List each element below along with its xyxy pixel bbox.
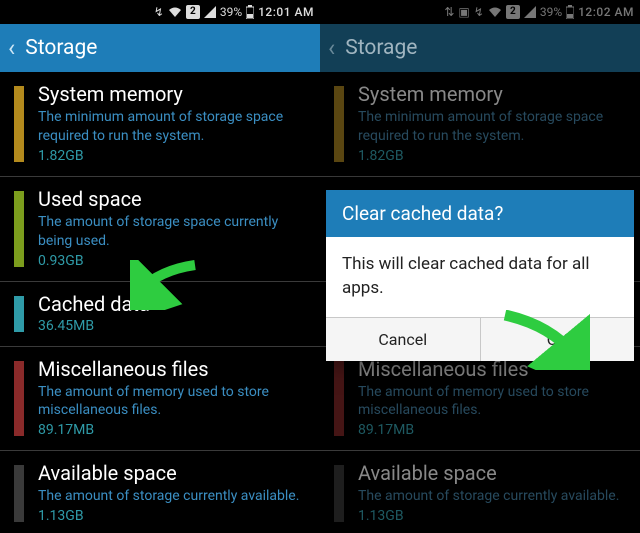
item-used-space[interactable]: Used space The amount of storage space c… bbox=[0, 177, 320, 282]
item-title: Miscellaneous files bbox=[38, 357, 306, 381]
dialog-title: Clear cached data? bbox=[326, 190, 634, 237]
item-size: 36.45MB bbox=[38, 318, 306, 334]
item-size: 89.17MB bbox=[38, 422, 306, 438]
item-sub: The minimum amount of storage space requ… bbox=[358, 108, 626, 146]
media-icon: ▣ bbox=[458, 5, 469, 19]
item-system-memory[interactable]: System memory The minimum amount of stor… bbox=[0, 72, 320, 177]
ok-button[interactable]: OK bbox=[480, 318, 635, 361]
usb-icon: ⇅ bbox=[444, 5, 454, 19]
dialog-body: This will clear cached data for all apps… bbox=[326, 237, 634, 317]
status-bar: ⇅ ▣ ↯ 2 39% 12:02 AM bbox=[320, 0, 640, 24]
battery-text: 39% bbox=[540, 5, 562, 19]
item-sub: The amount of memory used to store misce… bbox=[358, 383, 626, 421]
battery-icon bbox=[246, 5, 254, 19]
item-size: 1.13GB bbox=[38, 508, 306, 524]
sim-icon: 2 bbox=[186, 5, 200, 19]
left-screen: ↯ 2 39% 12:01 AM ‹ Storage System memory… bbox=[0, 0, 320, 533]
swatch bbox=[14, 296, 24, 332]
header-bar[interactable]: ‹ Storage bbox=[0, 24, 320, 72]
item-title: Available space bbox=[38, 461, 306, 485]
right-screen: ⇅ ▣ ↯ 2 39% 12:02 AM ‹ Storage System me… bbox=[320, 0, 640, 533]
signal-icon bbox=[204, 6, 216, 18]
swatch bbox=[14, 465, 24, 522]
cancel-button[interactable]: Cancel bbox=[326, 318, 480, 361]
item-size: 89.17MB bbox=[358, 422, 626, 438]
swatch bbox=[14, 191, 24, 267]
wifi-icon bbox=[168, 6, 182, 18]
item-title: Cached data bbox=[38, 292, 306, 316]
item-cached-data[interactable]: Cached data 36.45MB bbox=[0, 282, 320, 347]
item-sub: The minimum amount of storage space requ… bbox=[38, 108, 306, 146]
item-sub: The amount of memory used to store misce… bbox=[38, 383, 306, 421]
dialog-buttons: Cancel OK bbox=[326, 317, 634, 361]
item-size: 1.13GB bbox=[358, 508, 626, 524]
swatch bbox=[334, 361, 344, 437]
clear-cache-dialog: Clear cached data? This will clear cache… bbox=[326, 190, 634, 361]
item-available-space[interactable]: Available space The amount of storage cu… bbox=[0, 451, 320, 533]
nfc-icon: ↯ bbox=[154, 5, 164, 19]
clock: 12:01 AM bbox=[258, 5, 314, 19]
wifi-icon bbox=[488, 6, 502, 18]
item-title: System memory bbox=[38, 82, 306, 106]
item-misc-files[interactable]: Miscellaneous files The amount of memory… bbox=[0, 347, 320, 452]
swatch bbox=[14, 86, 24, 162]
nfc-icon: ↯ bbox=[474, 5, 484, 19]
swatch bbox=[334, 86, 344, 162]
back-icon[interactable]: ‹ bbox=[8, 36, 15, 60]
item-title: System memory bbox=[358, 82, 626, 106]
status-bar: ↯ 2 39% 12:01 AM bbox=[0, 0, 320, 24]
clock: 12:02 AM bbox=[578, 5, 634, 19]
header-title: Storage bbox=[345, 36, 417, 60]
item-available-space: Available space The amount of storage cu… bbox=[320, 451, 640, 533]
item-size: 1.82GB bbox=[358, 148, 626, 164]
item-misc-files: Miscellaneous files The amount of memory… bbox=[320, 347, 640, 452]
battery-text: 39% bbox=[220, 5, 242, 19]
item-sub: The amount of storage currently availabl… bbox=[358, 487, 626, 506]
item-system-memory: System memory The minimum amount of stor… bbox=[320, 72, 640, 177]
battery-icon bbox=[566, 5, 574, 19]
storage-list: System memory The minimum amount of stor… bbox=[0, 72, 320, 533]
item-sub: The amount of storage currently availabl… bbox=[38, 487, 306, 506]
item-title: Used space bbox=[38, 187, 306, 211]
swatch bbox=[14, 361, 24, 437]
header-bar: ‹ Storage bbox=[320, 24, 640, 72]
back-icon: ‹ bbox=[328, 36, 335, 60]
item-sub: The amount of storage space currently be… bbox=[38, 213, 306, 251]
swatch bbox=[334, 465, 344, 522]
item-title: Available space bbox=[358, 461, 626, 485]
item-size: 0.93GB bbox=[38, 253, 306, 269]
item-size: 1.82GB bbox=[38, 148, 306, 164]
signal-icon bbox=[524, 6, 536, 18]
sim-icon: 2 bbox=[506, 5, 520, 19]
header-title: Storage bbox=[25, 36, 97, 60]
